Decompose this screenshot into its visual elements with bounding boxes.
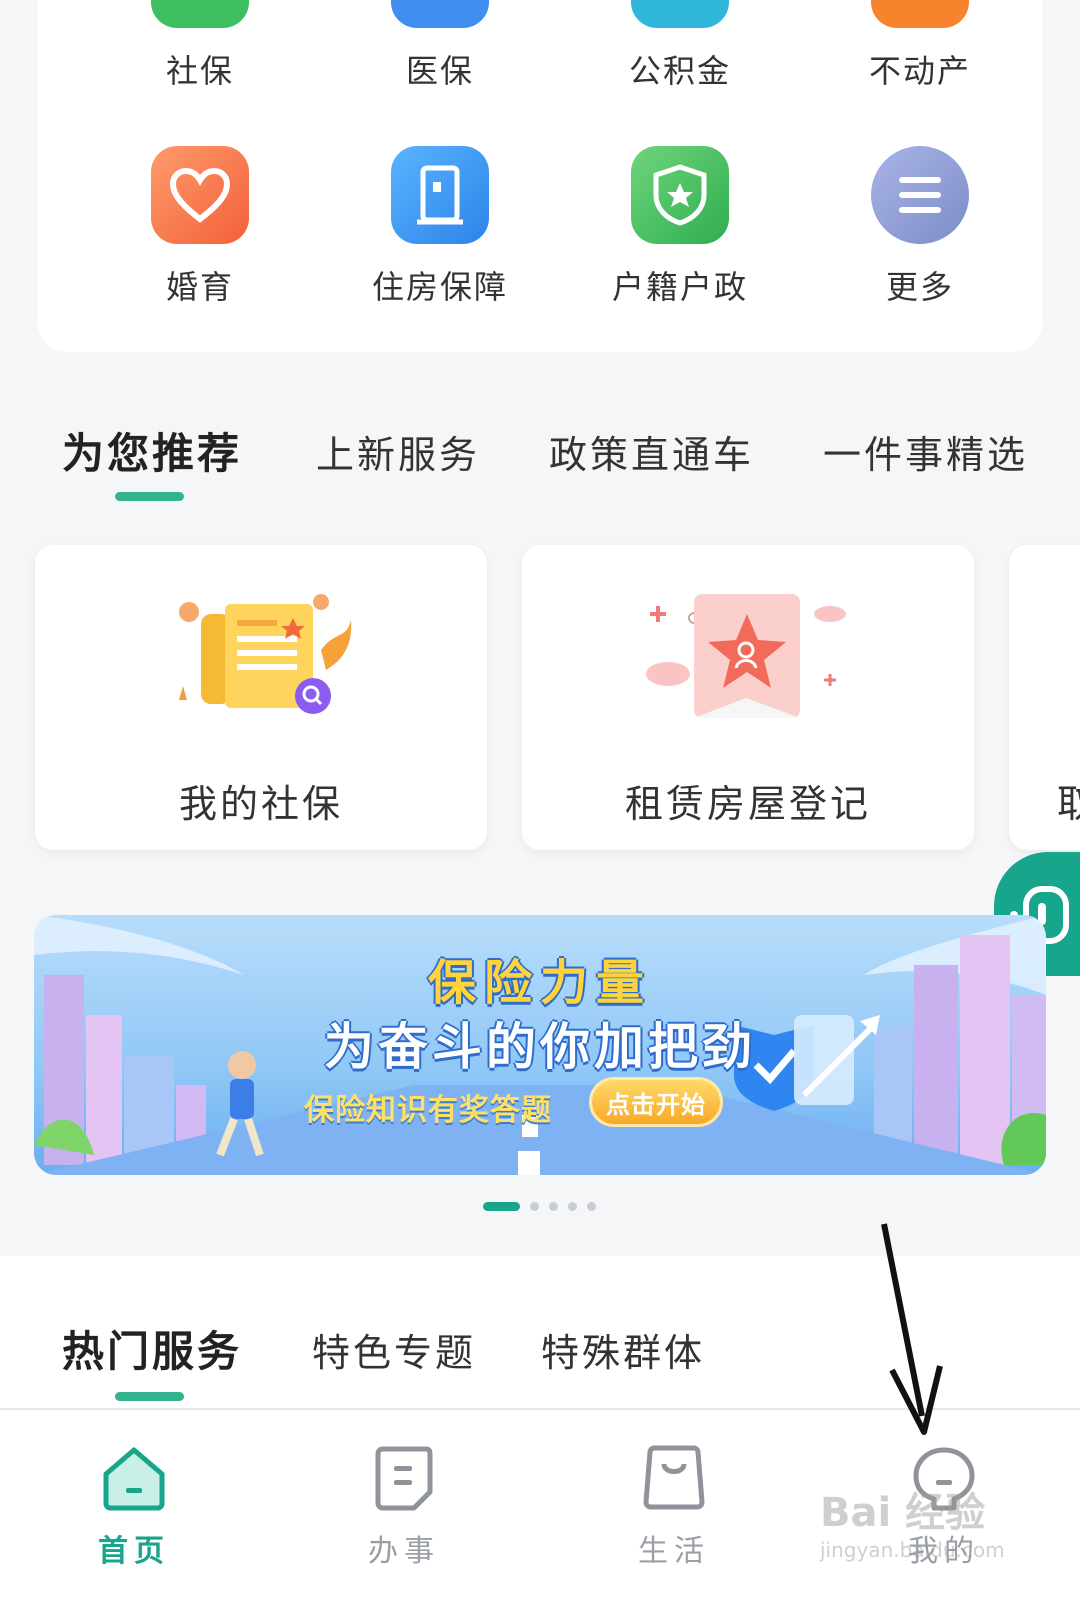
banner-start-button[interactable]: 点击开始	[589, 1077, 723, 1127]
rec-card-title: 租赁房屋登记	[624, 782, 871, 826]
rec-card-rental-registration[interactable]: 租赁房屋登记	[522, 545, 974, 850]
banner-subtitle: 为奋斗的你加把劲	[324, 1018, 756, 1076]
nav-life[interactable]: 生活	[574, 1410, 774, 1590]
medical-insurance-icon	[391, 0, 489, 28]
service-label: 住房保障	[371, 268, 508, 306]
tab-featured-topics[interactable]: 特色专题	[312, 1322, 476, 1377]
service-medical-insurance[interactable]: 医保	[340, 0, 540, 92]
nav-label: 办事	[368, 1534, 440, 1569]
rental-illustration-icon	[522, 590, 974, 720]
nav-services[interactable]: 办事	[304, 1410, 504, 1590]
document-icon	[375, 1446, 433, 1511]
tab-one-thing-picks[interactable]: 一件事精选	[823, 424, 1028, 479]
service-marriage-birth[interactable]: 婚育	[100, 146, 300, 308]
service-grid-card: 社保 医保 公积金 不动产 婚育 住房保障 户籍户政 更多	[38, 0, 1042, 352]
document-illustration-icon	[35, 590, 487, 720]
housing-fund-icon	[631, 0, 729, 28]
real-estate-icon	[871, 0, 969, 28]
service-label: 社保	[165, 52, 234, 90]
recommend-tabs: 为您推荐 上新服务 政策直通车 一件事精选	[0, 420, 1080, 501]
tab-policy-express[interactable]: 政策直通车	[549, 424, 754, 479]
door-icon	[391, 146, 489, 244]
watermark-logo: Bai 经验 jingyan.baidu.com	[820, 1480, 1005, 1562]
banner-tagline: 保险知识有奖答题	[304, 1093, 552, 1128]
carousel-dot[interactable]	[587, 1202, 596, 1211]
tab-special-groups[interactable]: 特殊群体	[541, 1322, 705, 1377]
service-more[interactable]: 更多	[820, 146, 1020, 308]
service-label: 婚育	[165, 268, 234, 306]
shield-star-icon	[631, 146, 729, 244]
rec-card-my-social-security[interactable]: 我的社保	[35, 545, 487, 850]
service-label: 更多	[885, 268, 954, 306]
carousel-dot[interactable]	[549, 1202, 558, 1211]
service-housing-security[interactable]: 住房保障	[340, 146, 540, 308]
carousel-dot[interactable]	[568, 1202, 577, 1211]
shopping-bag-icon	[643, 1445, 705, 1510]
nav-label: 首页	[98, 1534, 170, 1569]
watermark-url: jingyan.baidu.com	[820, 1538, 1005, 1562]
home-icon	[103, 1447, 165, 1511]
carousel-indicator	[0, 1202, 1080, 1214]
nav-home[interactable]: 首页	[34, 1410, 234, 1590]
service-real-estate[interactable]: 不动产	[820, 0, 1020, 92]
service-label: 医保	[405, 52, 474, 90]
tab-active-indicator	[115, 1392, 184, 1401]
service-label: 不动产	[868, 52, 971, 90]
watermark-main: Bai 经验	[820, 1490, 986, 1536]
carousel-dot[interactable]	[530, 1202, 539, 1211]
tab-hot-services[interactable]: 热门服务	[62, 1318, 242, 1379]
rec-card-title: 取	[1057, 782, 1080, 826]
service-housing-fund[interactable]: 公积金	[580, 0, 780, 92]
tab-new-services[interactable]: 上新服务	[316, 424, 480, 479]
carousel-dot-active[interactable]	[483, 1202, 520, 1211]
heart-icon	[151, 146, 249, 244]
social-security-icon	[151, 0, 249, 28]
banner-title: 保险力量	[427, 955, 652, 1011]
annotation-arrow-icon	[881, 1223, 943, 1435]
tab-active-indicator	[115, 492, 184, 501]
more-icon	[871, 146, 969, 244]
tab-recommend[interactable]: 为您推荐	[62, 420, 242, 481]
rec-card-partial[interactable]: 取	[1009, 545, 1080, 850]
service-label: 户籍户政	[611, 268, 748, 306]
service-household-registration[interactable]: 户籍户政	[580, 146, 780, 308]
promo-banner[interactable]: 保险力量 为奋斗的你加把劲 保险知识有奖答题 点击开始	[34, 915, 1046, 1175]
rec-card-title: 我的社保	[178, 782, 343, 826]
service-label: 公积金	[628, 52, 731, 90]
service-social-security[interactable]: 社保	[100, 0, 300, 92]
nav-label: 生活	[638, 1534, 710, 1569]
